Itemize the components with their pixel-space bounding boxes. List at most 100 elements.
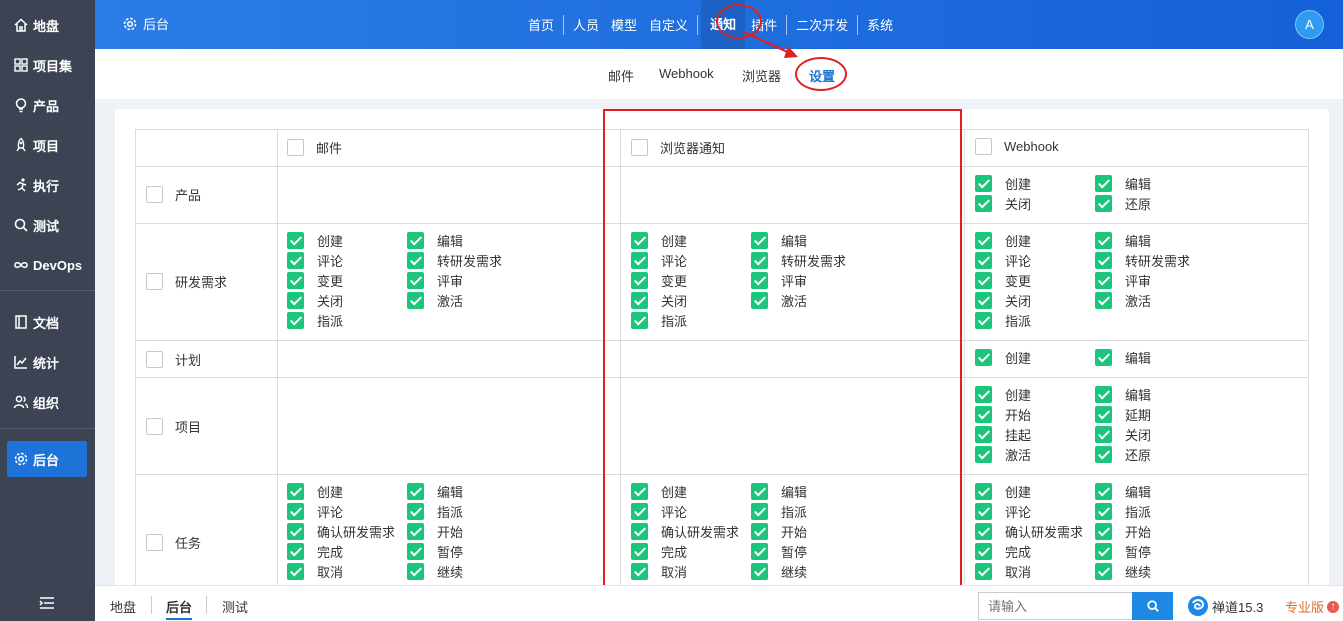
- option-checkbox[interactable]: [287, 232, 304, 249]
- option-checkbox[interactable]: [1095, 406, 1112, 423]
- option-checkbox[interactable]: [287, 292, 304, 309]
- option-checkbox[interactable]: [631, 252, 648, 269]
- option-checkbox[interactable]: [631, 312, 648, 329]
- option-checkbox[interactable]: [407, 543, 424, 560]
- notify-option[interactable]: 完成: [287, 543, 407, 560]
- option-checkbox[interactable]: [287, 503, 304, 520]
- notify-option[interactable]: 指派: [407, 503, 527, 520]
- nav-users[interactable]: 人员: [567, 15, 605, 34]
- breadcrumb-home[interactable]: 地盘: [110, 597, 136, 616]
- notify-option[interactable]: 评论: [631, 252, 751, 269]
- notify-option[interactable]: 暂停: [751, 543, 871, 560]
- notify-option[interactable]: 完成: [631, 543, 751, 560]
- option-checkbox[interactable]: [1095, 195, 1112, 212]
- notify-option[interactable]: 开始: [1095, 523, 1215, 540]
- notify-option[interactable]: 关闭: [975, 195, 1095, 212]
- option-checkbox[interactable]: [631, 503, 648, 520]
- option-checkbox[interactable]: [287, 523, 304, 540]
- notify-option[interactable]: 创建: [975, 349, 1095, 366]
- select-all-checkbox[interactable]: [975, 138, 992, 155]
- option-checkbox[interactable]: [631, 232, 648, 249]
- option-checkbox[interactable]: [1095, 386, 1112, 403]
- sidebar-item-program[interactable]: 项目集: [7, 47, 87, 83]
- notify-option[interactable]: 编辑: [1095, 232, 1215, 249]
- option-checkbox[interactable]: [631, 292, 648, 309]
- notify-option[interactable]: 编辑: [751, 483, 871, 500]
- row-select-checkbox[interactable]: [146, 418, 163, 435]
- notify-option[interactable]: 编辑: [407, 232, 527, 249]
- nav-home[interactable]: 首页: [522, 15, 560, 34]
- nav-custom[interactable]: 自定义: [643, 15, 694, 34]
- sidebar-item-product[interactable]: 产品: [7, 87, 87, 123]
- option-checkbox[interactable]: [1095, 232, 1112, 249]
- notify-option[interactable]: 评论: [631, 503, 751, 520]
- notify-option[interactable]: 关闭: [287, 292, 407, 309]
- notify-option[interactable]: 评审: [751, 272, 871, 289]
- notify-option[interactable]: 评论: [287, 503, 407, 520]
- option-checkbox[interactable]: [631, 483, 648, 500]
- notify-option[interactable]: 继续: [407, 563, 527, 580]
- breadcrumb-test[interactable]: 测试: [222, 597, 248, 616]
- sidebar-item-devops[interactable]: DevOps: [7, 247, 87, 283]
- sidebar-item-project[interactable]: 项目: [7, 127, 87, 163]
- option-checkbox[interactable]: [287, 272, 304, 289]
- sidebar-item-home[interactable]: 地盘: [7, 7, 87, 43]
- option-checkbox[interactable]: [975, 483, 992, 500]
- option-checkbox[interactable]: [1095, 543, 1112, 560]
- nav-plugin[interactable]: 插件: [745, 15, 783, 34]
- notify-option[interactable]: 确认研发需求: [975, 523, 1095, 540]
- notify-option[interactable]: 创建: [975, 483, 1095, 500]
- option-checkbox[interactable]: [751, 292, 768, 309]
- option-checkbox[interactable]: [287, 563, 304, 580]
- select-all-checkbox[interactable]: [631, 139, 648, 156]
- option-checkbox[interactable]: [407, 563, 424, 580]
- option-checkbox[interactable]: [975, 406, 992, 423]
- row-header-product[interactable]: 产品: [146, 185, 201, 204]
- notify-option[interactable]: 确认研发需求: [631, 523, 751, 540]
- notify-option[interactable]: 创建: [631, 232, 751, 249]
- column-header-mail[interactable]: 邮件: [287, 138, 342, 157]
- notify-option[interactable]: 开始: [751, 523, 871, 540]
- row-select-checkbox[interactable]: [146, 534, 163, 551]
- option-checkbox[interactable]: [287, 483, 304, 500]
- notify-option[interactable]: 编辑: [751, 232, 871, 249]
- option-checkbox[interactable]: [975, 426, 992, 443]
- row-header-task[interactable]: 任务: [146, 533, 201, 552]
- option-checkbox[interactable]: [1095, 563, 1112, 580]
- option-checkbox[interactable]: [287, 543, 304, 560]
- notify-option[interactable]: 还原: [1095, 195, 1215, 212]
- option-checkbox[interactable]: [751, 483, 768, 500]
- notify-option[interactable]: 暂停: [1095, 543, 1215, 560]
- row-header-story[interactable]: 研发需求: [146, 272, 227, 291]
- option-checkbox[interactable]: [1095, 503, 1112, 520]
- notify-option[interactable]: 编辑: [407, 483, 527, 500]
- option-checkbox[interactable]: [1095, 252, 1112, 269]
- option-checkbox[interactable]: [407, 523, 424, 540]
- breadcrumb-admin[interactable]: 后台: [166, 597, 193, 620]
- notify-option[interactable]: 编辑: [1095, 386, 1215, 403]
- avatar[interactable]: A: [1295, 10, 1324, 39]
- option-checkbox[interactable]: [1095, 523, 1112, 540]
- nav-model[interactable]: 模型: [605, 15, 643, 34]
- nav-system[interactable]: 系统: [861, 15, 899, 34]
- row-select-checkbox[interactable]: [146, 186, 163, 203]
- sidebar-item-report[interactable]: 统计: [7, 344, 87, 380]
- notify-option[interactable]: 创建: [975, 232, 1095, 249]
- notify-option[interactable]: 关闭: [975, 292, 1095, 309]
- notify-option[interactable]: 激活: [751, 292, 871, 309]
- notify-option[interactable]: 编辑: [1095, 349, 1215, 366]
- notify-option[interactable]: 继续: [1095, 563, 1215, 580]
- option-checkbox[interactable]: [975, 195, 992, 212]
- sidebar-item-admin[interactable]: 后台: [7, 441, 87, 477]
- column-header-browser[interactable]: 浏览器通知: [631, 138, 725, 157]
- option-checkbox[interactable]: [1095, 292, 1112, 309]
- notify-option[interactable]: 取消: [631, 563, 751, 580]
- notify-option[interactable]: 创建: [975, 386, 1095, 403]
- notify-option[interactable]: 转研发需求: [407, 252, 527, 269]
- option-checkbox[interactable]: [631, 523, 648, 540]
- notify-option[interactable]: 取消: [975, 563, 1095, 580]
- row-header-project[interactable]: 项目: [146, 417, 201, 436]
- notify-option[interactable]: 评论: [975, 252, 1095, 269]
- notify-option[interactable]: 变更: [631, 272, 751, 289]
- nav-notify[interactable]: 通知: [701, 0, 746, 49]
